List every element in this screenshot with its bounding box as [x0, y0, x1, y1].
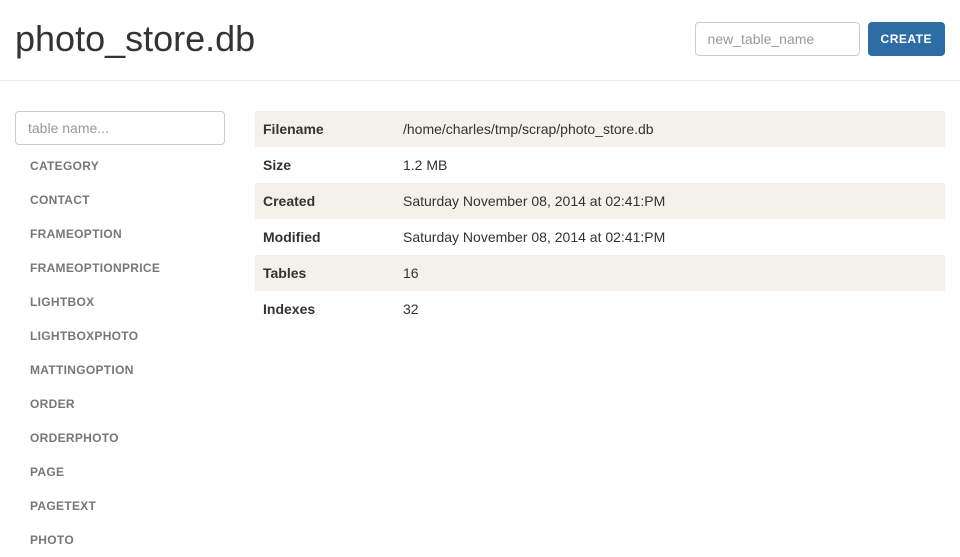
sidebar-item-lightboxphoto[interactable]: LIGHTBOXPHOTO — [15, 319, 225, 353]
sidebar-item-frameoption[interactable]: FRAMEOPTION — [15, 217, 225, 251]
info-value-tables: 16 — [395, 255, 945, 291]
table-list: CATEGORY CONTACT FRAMEOPTION FRAMEOPTION… — [15, 149, 225, 557]
info-label-filename: Filename — [255, 111, 395, 147]
table-row: Filename /home/charles/tmp/scrap/photo_s… — [255, 111, 945, 147]
header-actions: CREATE — [695, 22, 945, 56]
sidebar-item-category[interactable]: CATEGORY — [15, 149, 225, 183]
page-header: photo_store.db CREATE — [0, 0, 960, 81]
sidebar: CATEGORY CONTACT FRAMEOPTION FRAMEOPTION… — [15, 111, 225, 557]
create-button[interactable]: CREATE — [868, 22, 945, 56]
info-value-size: 1.2 MB — [395, 147, 945, 183]
sidebar-item-orderphoto[interactable]: ORDERPHOTO — [15, 421, 225, 455]
new-table-name-input[interactable] — [695, 22, 860, 56]
info-value-created: Saturday November 08, 2014 at 02:41:PM — [395, 183, 945, 219]
sidebar-item-contact[interactable]: CONTACT — [15, 183, 225, 217]
info-label-created: Created — [255, 183, 395, 219]
table-filter-input[interactable] — [15, 111, 225, 145]
sidebar-item-lightbox[interactable]: LIGHTBOX — [15, 285, 225, 319]
sidebar-item-frameoptionprice[interactable]: FRAMEOPTIONPRICE — [15, 251, 225, 285]
db-info-table: Filename /home/charles/tmp/scrap/photo_s… — [255, 111, 945, 327]
info-value-filename: /home/charles/tmp/scrap/photo_store.db — [395, 111, 945, 147]
sidebar-item-mattingoption[interactable]: MATTINGOPTION — [15, 353, 225, 387]
info-value-indexes: 32 — [395, 291, 945, 327]
info-label-tables: Tables — [255, 255, 395, 291]
table-row: Created Saturday November 08, 2014 at 02… — [255, 183, 945, 219]
sidebar-item-order[interactable]: ORDER — [15, 387, 225, 421]
info-value-modified: Saturday November 08, 2014 at 02:41:PM — [395, 219, 945, 255]
info-label-modified: Modified — [255, 219, 395, 255]
page-title: photo_store.db — [15, 18, 255, 60]
table-row: Tables 16 — [255, 255, 945, 291]
table-row: Size 1.2 MB — [255, 147, 945, 183]
info-label-indexes: Indexes — [255, 291, 395, 327]
table-row: Modified Saturday November 08, 2014 at 0… — [255, 219, 945, 255]
info-label-size: Size — [255, 147, 395, 183]
sidebar-item-photo[interactable]: PHOTO — [15, 523, 225, 557]
main-content: Filename /home/charles/tmp/scrap/photo_s… — [255, 111, 945, 557]
table-row: Indexes 32 — [255, 291, 945, 327]
sidebar-item-page[interactable]: PAGE — [15, 455, 225, 489]
sidebar-item-pagetext[interactable]: PAGETEXT — [15, 489, 225, 523]
main-container: CATEGORY CONTACT FRAMEOPTION FRAMEOPTION… — [0, 81, 960, 557]
